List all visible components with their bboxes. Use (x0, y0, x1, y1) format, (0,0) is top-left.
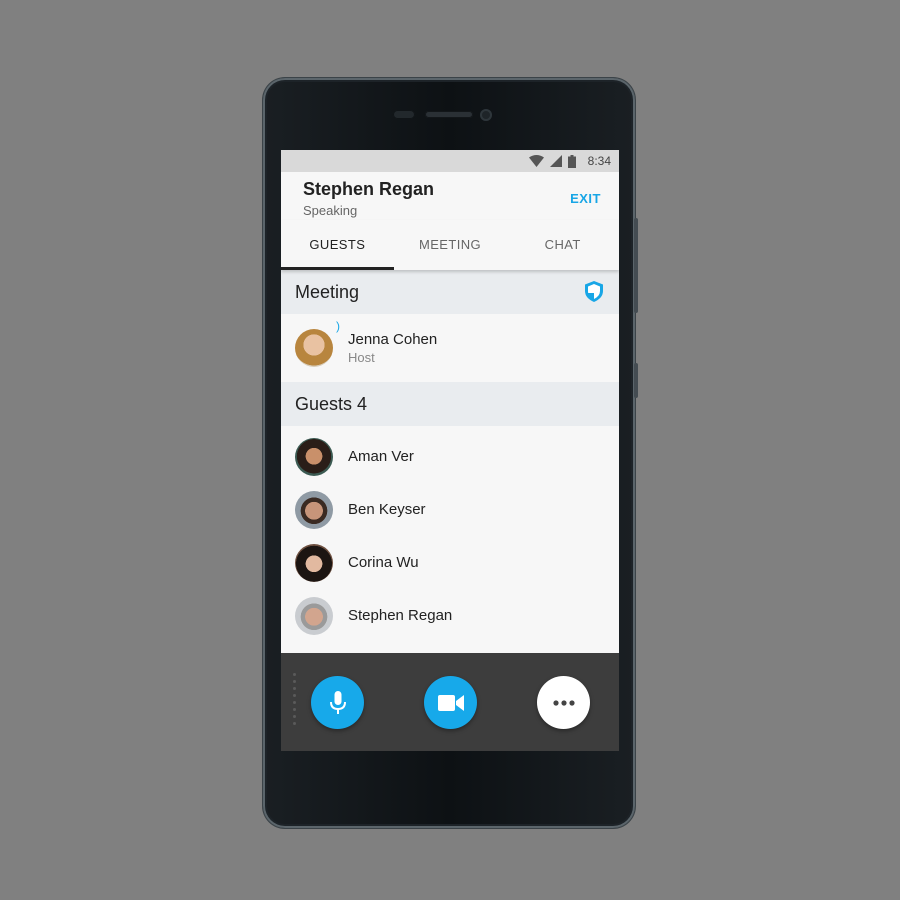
phone-screen: 8:34 Stephen Regan Speaking EXIT GUESTS … (281, 150, 619, 751)
video-camera-icon (437, 694, 464, 711)
more-options-icon (552, 699, 575, 706)
mute-button[interactable] (311, 676, 364, 729)
shield-icon[interactable] (585, 281, 603, 302)
status-bar: 8:34 (281, 150, 619, 172)
avatar (295, 596, 333, 635)
guests-section-title: Guests (295, 393, 353, 414)
front-camera (480, 109, 492, 121)
call-header: Stephen Regan Speaking EXIT (281, 172, 619, 220)
status-time: 8:34 (587, 154, 611, 168)
meeting-section-title: Meeting (295, 281, 360, 302)
battery-icon (567, 154, 576, 168)
host-row[interactable]: ) Jenna Cohen Host (281, 314, 619, 382)
host-role: Host (348, 350, 375, 365)
phone-device: 8:34 Stephen Regan Speaking EXIT GUESTS … (263, 78, 638, 828)
volume-button (634, 218, 638, 313)
list-item[interactable]: Aman Ver (281, 430, 619, 483)
call-controls (281, 653, 619, 751)
tab-chat[interactable]: CHAT (506, 220, 619, 270)
list-item[interactable]: Corina Wu (281, 536, 619, 589)
proximity-sensor (393, 110, 415, 119)
list-item[interactable]: Ben Keyser (281, 483, 619, 536)
tab-bar: GUESTS MEETING CHAT (281, 220, 619, 270)
video-button[interactable] (424, 676, 477, 729)
exit-button[interactable]: EXIT (570, 191, 601, 206)
signal-icon (549, 155, 562, 167)
caller-status: Speaking (303, 203, 358, 218)
host-name: Jenna Cohen (348, 331, 438, 348)
guest-list: Aman Ver Ben Keyser Corina Wu Stephen Re… (281, 426, 619, 642)
guest-name: Ben Keyser (348, 501, 426, 518)
avatar (295, 329, 333, 367)
tab-meeting[interactable]: MEETING (394, 220, 507, 270)
more-options-button[interactable] (537, 676, 590, 729)
meeting-section-header: Meeting (281, 270, 619, 314)
guests-count: 4 (357, 393, 368, 414)
guest-name: Stephen Regan (348, 607, 453, 624)
list-item[interactable]: Stephen Regan (281, 589, 619, 642)
power-button (634, 363, 638, 398)
wifi-icon (528, 155, 544, 167)
avatar (295, 490, 333, 529)
guest-name: Corina Wu (348, 554, 419, 571)
avatar (295, 543, 333, 582)
active-tab-indicator (281, 267, 394, 270)
avatar (295, 437, 333, 476)
tab-guests[interactable]: GUESTS (281, 220, 394, 270)
guest-name: Aman Ver (348, 448, 414, 465)
microphone-icon (329, 690, 346, 714)
earpiece-speaker (425, 111, 473, 118)
speaking-indicator-icon: ) (336, 319, 340, 333)
caller-name: Stephen Regan (303, 179, 435, 199)
drag-handle[interactable] (293, 673, 297, 733)
guests-section-header: Guests 4 (281, 382, 619, 426)
